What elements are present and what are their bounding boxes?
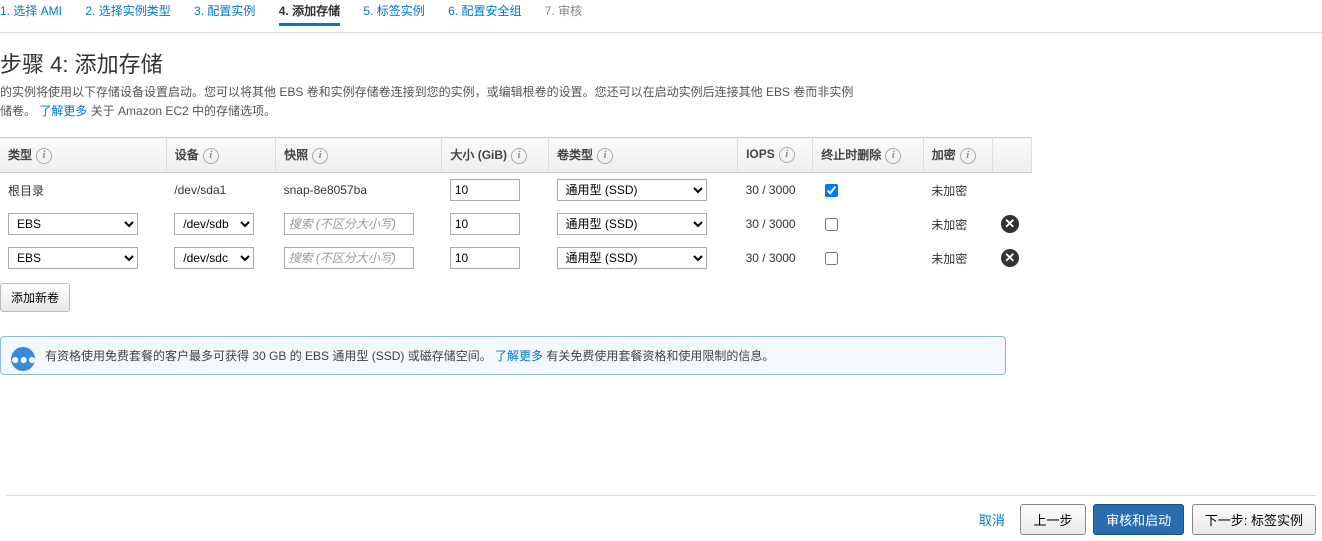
info-icon[interactable]: i xyxy=(779,147,795,163)
wizard-step-2[interactable]: 2. 选择实例类型 xyxy=(85,2,170,19)
footer-bar: 取消 上一步 审核和启动 下一步: 标签实例 xyxy=(6,495,1316,535)
cell-iops: 30 / 3000 xyxy=(738,173,813,208)
prev-button[interactable]: 上一步 xyxy=(1020,504,1085,535)
info-icon[interactable]: i xyxy=(597,148,613,164)
volume-kind-select[interactable]: EBS xyxy=(8,213,138,235)
cancel-link[interactable]: 取消 xyxy=(979,513,1005,528)
table-row: EBS /dev/sdc 通用型 (SSD) 30 / 3000 未加密 ✕ xyxy=(0,241,1032,275)
voltype-select[interactable]: 通用型 (SSD) xyxy=(557,179,707,201)
cell-iops: 30 / 3000 xyxy=(738,241,813,275)
desc-text-c: 关于 Amazon EC2 中的存储选项。 xyxy=(87,104,276,118)
cell-enc: 未加密 xyxy=(923,173,992,208)
col-voltype: 卷类型i xyxy=(549,138,738,173)
wizard-step-3[interactable]: 3. 配置实例 xyxy=(194,2,255,19)
add-volume-button[interactable]: 添加新卷 xyxy=(0,283,70,312)
col-iops: IOPSi xyxy=(738,138,813,173)
size-input[interactable] xyxy=(450,247,520,269)
size-input[interactable] xyxy=(450,213,520,235)
snapshot-input[interactable] xyxy=(284,247,414,269)
storage-table: 类型i 设备i 快照i 大小 (GiB)i 卷类型i IOPSi 终止时删除i … xyxy=(0,137,1032,275)
volume-kind-select[interactable]: EBS xyxy=(8,247,138,269)
wizard-steps: 1. 选择 AMI 2. 选择实例类型 3. 配置实例 4. 添加存储 5. 标… xyxy=(0,0,1322,33)
desc-text-a: 的实例将使用以下存储设备设置启动。您可以将其他 EBS 卷和实例存储卷连接到您的… xyxy=(0,85,853,99)
wizard-step-7[interactable]: 7. 审核 xyxy=(545,2,582,19)
info-icon[interactable]: i xyxy=(511,148,527,164)
col-remove xyxy=(993,138,1032,173)
device-select[interactable]: /dev/sdc xyxy=(174,247,254,269)
voltype-select[interactable]: 通用型 (SSD) xyxy=(557,213,707,235)
size-input[interactable] xyxy=(450,179,520,201)
wizard-step-4[interactable]: 4. 添加存储 xyxy=(279,2,340,26)
info-icon[interactable]: i xyxy=(960,148,976,164)
col-type: 类型i xyxy=(0,138,166,173)
info-icon[interactable]: i xyxy=(36,148,52,164)
desc-text-b: 储卷。 xyxy=(0,104,39,118)
page-title: 步骤 4: 添加存储 xyxy=(0,47,1322,79)
delete-on-terminate-checkbox[interactable] xyxy=(825,252,838,265)
col-size: 大小 (GiB)i xyxy=(442,138,549,173)
learn-more-link[interactable]: 了解更多 xyxy=(39,104,87,118)
cell-enc: 未加密 xyxy=(923,207,992,241)
next-button[interactable]: 下一步: 标签实例 xyxy=(1192,504,1316,535)
wizard-step-5[interactable]: 5. 标签实例 xyxy=(363,2,424,19)
note-text-a: 有资格使用免费套餐的客户最多可获得 30 GB 的 EBS 通用型 (SSD) … xyxy=(45,349,495,363)
info-icon[interactable]: i xyxy=(312,148,328,164)
info-icon[interactable]: i xyxy=(203,148,219,164)
col-device: 设备i xyxy=(166,138,275,173)
cell-iops: 30 / 3000 xyxy=(738,207,813,241)
remove-volume-icon[interactable]: ✕ xyxy=(1001,249,1019,267)
note-learn-more-link[interactable]: 了解更多 xyxy=(495,349,543,363)
info-icon[interactable]: i xyxy=(885,148,901,164)
wizard-step-1[interactable]: 1. 选择 AMI xyxy=(0,2,62,19)
snapshot-input[interactable] xyxy=(284,213,414,235)
table-row: 根目录 /dev/sda1 snap-8e8057ba 通用型 (SSD) 30… xyxy=(0,173,1032,208)
delete-on-terminate-checkbox[interactable] xyxy=(825,184,838,197)
info-bubble-icon: ●●● xyxy=(11,347,35,371)
cell-type: 根目录 xyxy=(0,173,166,208)
page-description: 的实例将使用以下存储设备设置启动。您可以将其他 EBS 卷和实例存储卷连接到您的… xyxy=(0,83,1322,121)
voltype-select[interactable]: 通用型 (SSD) xyxy=(557,247,707,269)
col-enc: 加密i xyxy=(923,138,992,173)
note-text-b: 有关免费使用套餐资格和使用限制的信息。 xyxy=(543,349,774,363)
review-launch-button[interactable]: 审核和启动 xyxy=(1093,504,1184,535)
col-snapshot: 快照i xyxy=(276,138,442,173)
device-select[interactable]: /dev/sdb xyxy=(174,213,254,235)
cell-snapshot: snap-8e8057ba xyxy=(276,173,442,208)
cell-enc: 未加密 xyxy=(923,241,992,275)
cell-device: /dev/sda1 xyxy=(166,173,275,208)
table-row: EBS /dev/sdb 通用型 (SSD) 30 / 3000 未加密 ✕ xyxy=(0,207,1032,241)
col-del: 终止时删除i xyxy=(813,138,923,173)
remove-volume-icon[interactable]: ✕ xyxy=(1001,215,1019,233)
wizard-step-6[interactable]: 6. 配置安全组 xyxy=(448,2,521,19)
free-tier-note: ●●● 有资格使用免费套餐的客户最多可获得 30 GB 的 EBS 通用型 (S… xyxy=(0,336,1006,375)
delete-on-terminate-checkbox[interactable] xyxy=(825,218,838,231)
